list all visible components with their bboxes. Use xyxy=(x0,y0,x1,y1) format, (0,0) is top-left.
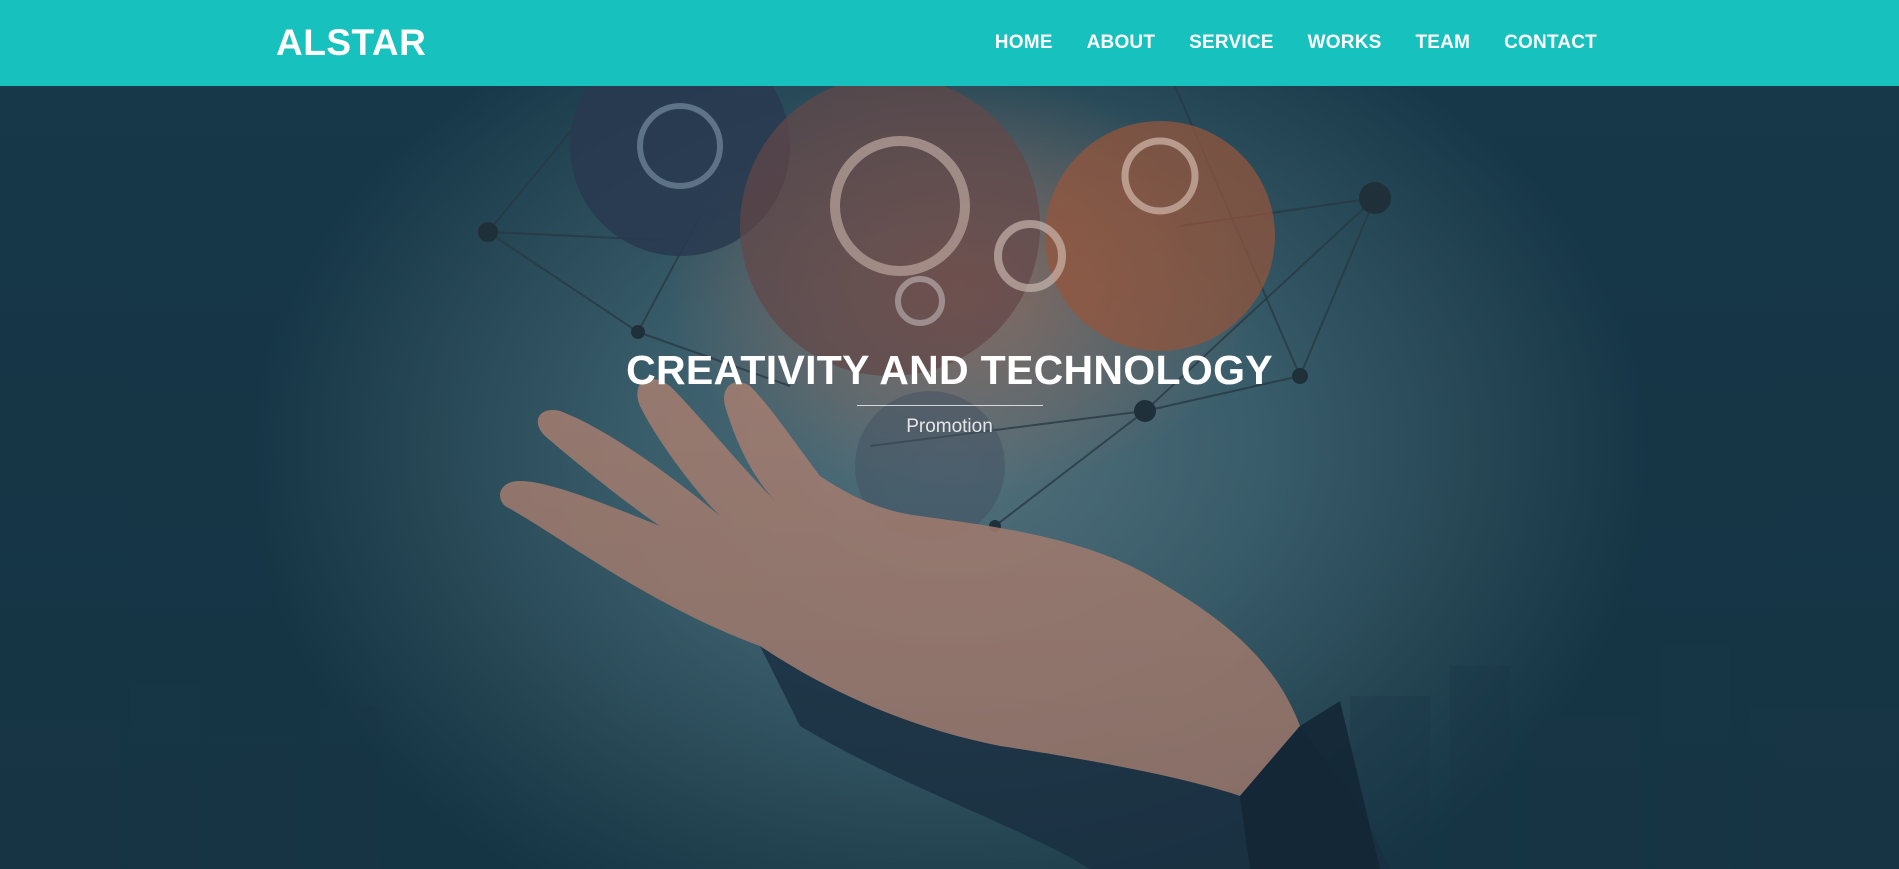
main-nav: HOME ABOUT SERVICE WORKS TEAM CONTACT xyxy=(961,32,1597,54)
nav-home-link[interactable]: HOME xyxy=(995,32,1053,53)
brand-logo[interactable]: ALSTAR xyxy=(276,22,426,64)
hero-subtitle: Promotion xyxy=(906,416,993,438)
nav-service-link[interactable]: SERVICE xyxy=(1189,32,1273,53)
nav-about-link[interactable]: ABOUT xyxy=(1087,32,1156,53)
nav-works-link[interactable]: WORKS xyxy=(1308,32,1382,53)
hero-content: CREATIVITY AND TECHNOLOGY Promotion xyxy=(0,347,1899,438)
nav-contact-link[interactable]: CONTACT xyxy=(1504,32,1597,53)
hero-overlay xyxy=(0,86,1899,869)
hero-section: CREATIVITY AND TECHNOLOGY Promotion xyxy=(0,86,1899,869)
hero-title: CREATIVITY AND TECHNOLOGY xyxy=(626,347,1273,393)
hero-divider xyxy=(856,405,1043,407)
nav-team-link[interactable]: TEAM xyxy=(1415,32,1470,53)
top-navbar: ALSTAR HOME ABOUT SERVICE WORKS TEAM CON… xyxy=(0,0,1899,86)
